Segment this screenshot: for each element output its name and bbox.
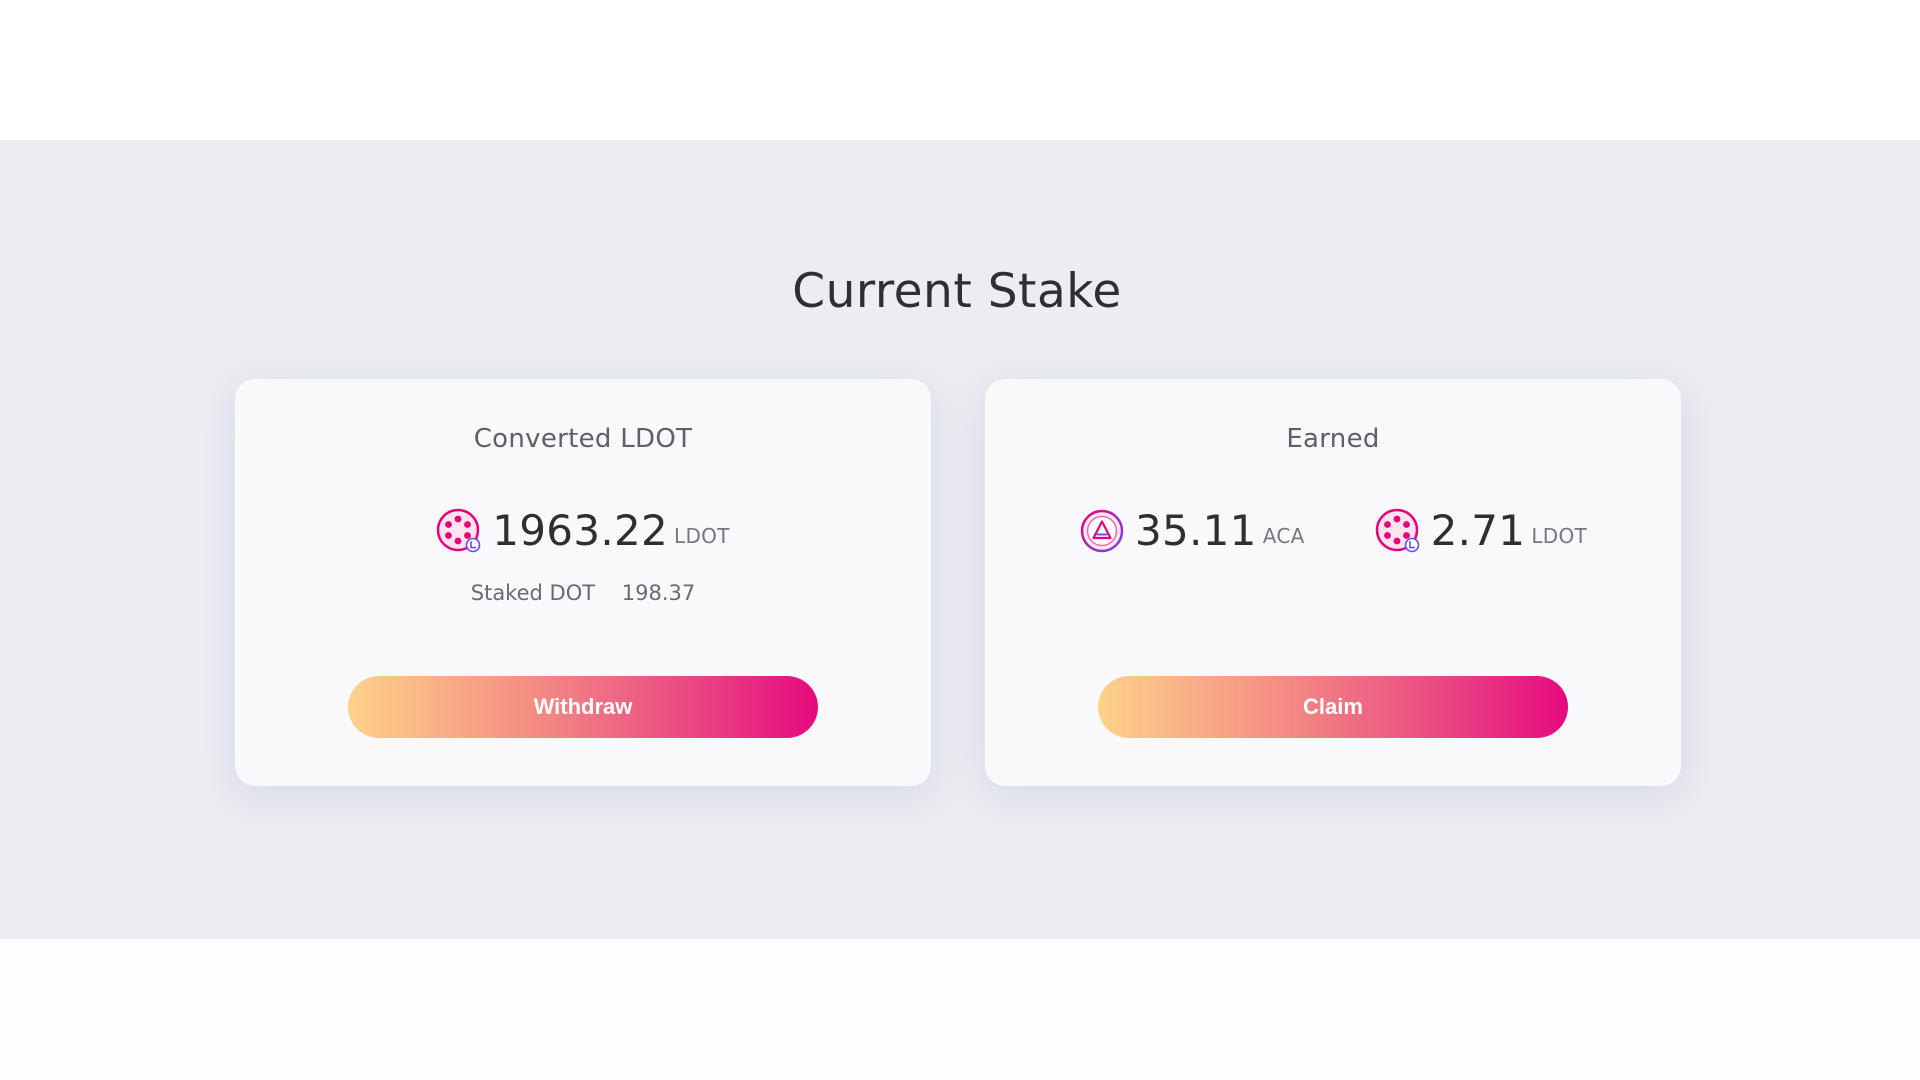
claim-button[interactable]: Claim bbox=[1098, 676, 1568, 738]
amount-value: 35.11 bbox=[1134, 506, 1257, 555]
amount-unit: ACA bbox=[1262, 524, 1305, 548]
ldot-token-icon bbox=[436, 508, 482, 554]
current-stake-section: Current Stake Converted LDOT 1963.22 LDO… bbox=[0, 140, 1920, 939]
bottom-area bbox=[0, 939, 1920, 1080]
staked-dot-label: Staked DOT bbox=[470, 581, 596, 605]
amount-value: 2.71 bbox=[1430, 506, 1526, 555]
card-label: Earned bbox=[1286, 424, 1380, 454]
amount-unit: LDOT bbox=[1531, 524, 1588, 548]
aca-token-icon bbox=[1079, 508, 1125, 554]
amount-unit: LDOT bbox=[674, 524, 730, 548]
earned-amounts-row: 35.11 ACA 2.71 LDOT bbox=[985, 503, 1681, 559]
staked-dot-value: 198.37 bbox=[621, 581, 696, 605]
earned-card: Earned 35.11 ACA 2.71 LDOT Claim bbox=[985, 379, 1681, 786]
card-label: Converted LDOT bbox=[473, 424, 693, 454]
ldot-earned-amount: 2.71 LDOT bbox=[1375, 508, 1587, 554]
ldot-token-icon bbox=[1375, 508, 1421, 554]
staked-dot-row: Staked DOT 198.37 bbox=[235, 581, 931, 605]
top-header-area bbox=[0, 0, 1920, 140]
withdraw-button[interactable]: Withdraw bbox=[348, 676, 818, 738]
section-title: Current Stake bbox=[792, 264, 1122, 319]
converted-ldot-card: Converted LDOT 1963.22 LDOT Staked DOT 1… bbox=[235, 379, 931, 786]
ldot-amount: 1963.22 LDOT bbox=[436, 508, 729, 554]
amount-value: 1963.22 bbox=[492, 506, 669, 555]
aca-earned-amount: 35.11 ACA bbox=[1079, 508, 1305, 554]
amount-row: 1963.22 LDOT bbox=[235, 503, 931, 559]
